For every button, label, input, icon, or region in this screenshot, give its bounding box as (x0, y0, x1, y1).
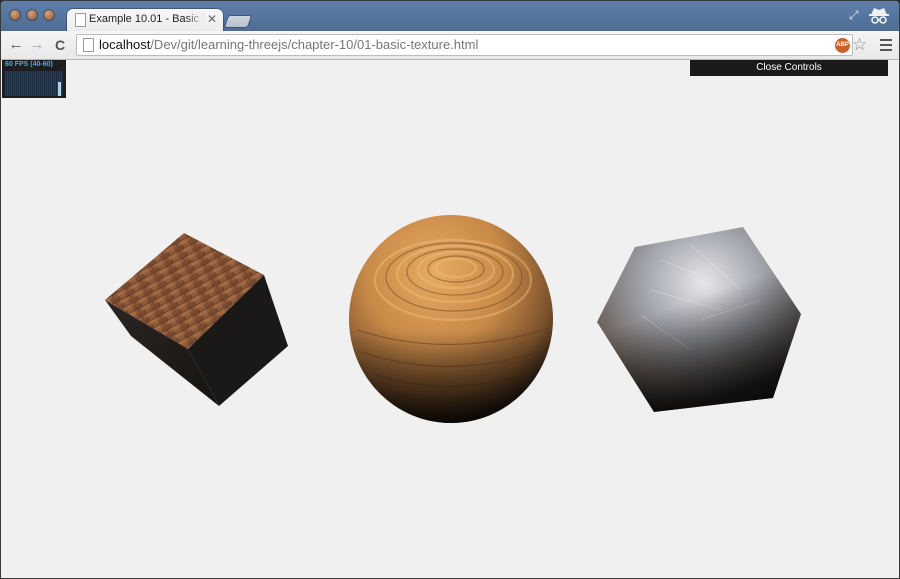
fps-readout: 60 FPS (40-60) (5, 61, 53, 68)
url-host: localhost (99, 37, 151, 52)
maximize-window-icon[interactable] (44, 10, 54, 20)
textured-cube (105, 233, 288, 406)
three-scene[interactable] (1, 60, 899, 578)
webgl-viewport[interactable]: 60 FPS (40-60) Close Controls (1, 60, 899, 578)
url-path: /Dev/git/learning-threejs/chapter-10/01-… (150, 37, 479, 52)
reload-button[interactable]: C (51, 36, 69, 54)
back-button[interactable]: ← (7, 36, 25, 54)
page-icon (75, 13, 86, 27)
browser-window: Example 10.01 - Basic texture ✕ ⤢ ← → C … (0, 0, 900, 579)
textured-sphere (349, 215, 553, 423)
bookmark-star-icon[interactable]: ☆ (852, 35, 867, 55)
resize-icon[interactable]: ⤢ (849, 8, 859, 23)
new-tab-button[interactable] (224, 16, 252, 27)
fps-graph (5, 71, 63, 96)
menu-icon[interactable] (880, 39, 892, 51)
forward-button[interactable]: → (28, 36, 46, 54)
page-icon (83, 38, 94, 52)
tab-title-fade (185, 11, 205, 29)
tab-close-icon[interactable]: ✕ (207, 12, 217, 26)
fps-graph-bar (58, 82, 61, 96)
close-controls-button[interactable]: Close Controls (690, 60, 888, 76)
tab-strip: Example 10.01 - Basic texture ✕ ⤢ (1, 1, 899, 31)
address-bar[interactable]: localhost/Dev/git/learning-threejs/chapt… (76, 34, 853, 56)
browser-toolbar: ← → C localhost/Dev/git/learning-threejs… (1, 31, 899, 60)
minimize-window-icon[interactable] (27, 10, 37, 20)
close-window-icon[interactable] (10, 10, 20, 20)
stats-panel[interactable]: 60 FPS (40-60) (2, 60, 66, 98)
active-tab[interactable]: Example 10.01 - Basic texture ✕ (67, 9, 223, 31)
incognito-icon (869, 8, 889, 24)
adblock-extension-icon[interactable]: ABP (835, 38, 850, 53)
url-text: localhost/Dev/git/learning-threejs/chapt… (99, 37, 478, 52)
textured-polyhedron (597, 227, 801, 412)
